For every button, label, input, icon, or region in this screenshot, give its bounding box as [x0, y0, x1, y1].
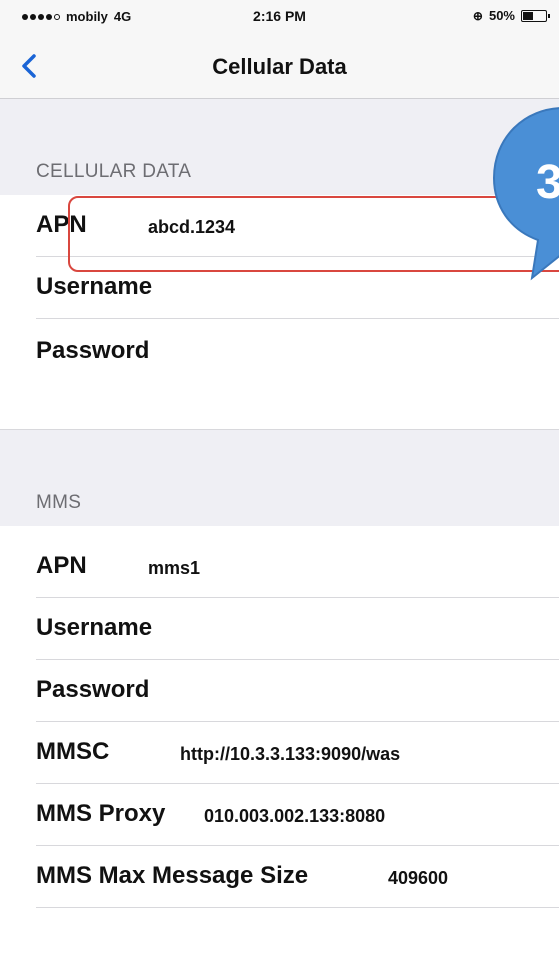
- mms-apn-value[interactable]: mms1: [148, 558, 200, 579]
- status-bar-right: ⊕ 50%: [472, 8, 550, 23]
- mms-max-message-size-label: MMS Max Message Size: [36, 862, 309, 889]
- mms-proxy-row[interactable]: MMS Proxy 010.003.002.133:8080: [0, 784, 559, 846]
- step-number: 3: [536, 156, 559, 209]
- cellular-password-label: Password: [36, 337, 150, 364]
- cellular-data-screen: mobily 4G 2:16 PM ⊕ 50% Cellular Data CE…: [0, 0, 559, 971]
- battery-icon: [521, 9, 550, 22]
- cellular-data-section-header: CELLULAR DATA: [0, 99, 559, 195]
- mms-username-row[interactable]: Username: [0, 598, 559, 660]
- cellular-username-label: Username: [36, 273, 153, 300]
- mmsc-label: MMSC: [36, 738, 110, 765]
- mms-apn-row[interactable]: APN mms1: [0, 536, 559, 598]
- mms-max-message-size-row[interactable]: MMS Max Message Size 409600: [0, 846, 559, 908]
- mmsc-value[interactable]: http://10.3.3.133:9090/was: [180, 744, 400, 765]
- mms-proxy-value[interactable]: 010.003.002.133:8080: [204, 806, 385, 827]
- mms-mmsc-row[interactable]: MMSC http://10.3.3.133:9090/was: [0, 722, 559, 784]
- battery-level-fill: [523, 11, 533, 20]
- mms-proxy-label: MMS Proxy: [36, 800, 166, 827]
- mms-username-label: Username: [36, 614, 153, 641]
- apn-highlight-box: [68, 196, 559, 272]
- battery-percent: 50%: [488, 8, 515, 23]
- mms-password-row[interactable]: Password: [0, 660, 559, 722]
- mms-max-message-size-value[interactable]: 409600: [388, 868, 448, 889]
- mms-section-header: MMS: [0, 429, 559, 526]
- cellular-data-header-label: CELLULAR DATA: [36, 161, 192, 182]
- navigation-bar: Cellular Data: [0, 34, 559, 99]
- mms-header-label: MMS: [36, 492, 82, 513]
- rotation-lock-icon: ⊕: [472, 8, 483, 23]
- step-callout-bubble: 3: [492, 107, 559, 281]
- mms-apn-label: APN: [36, 552, 87, 579]
- cellular-password-row[interactable]: Password: [0, 319, 559, 381]
- mms-password-label: Password: [36, 676, 150, 703]
- status-bar: mobily 4G 2:16 PM ⊕ 50%: [0, 0, 559, 34]
- page-title: Cellular Data: [212, 54, 347, 79]
